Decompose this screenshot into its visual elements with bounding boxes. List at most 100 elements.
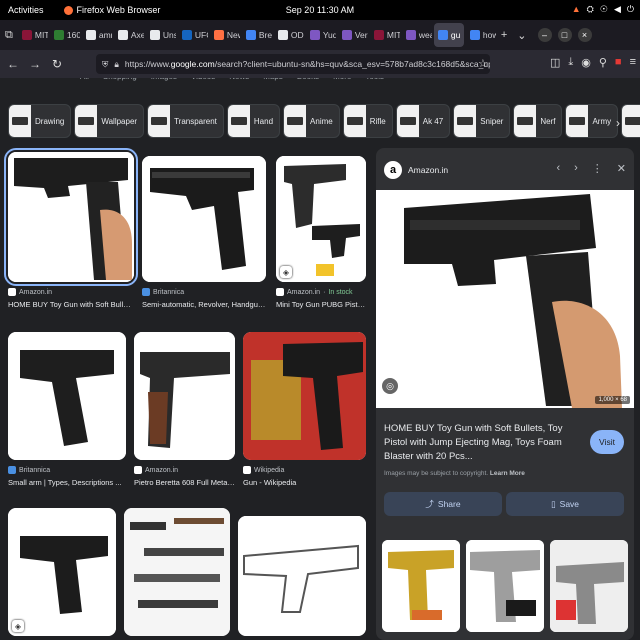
result-image[interactable] [142, 156, 266, 282]
search-tab[interactable]: Images [151, 78, 177, 81]
browser-tab[interactable]: Vers [338, 23, 368, 47]
chevron-right-icon[interactable]: › [574, 162, 578, 175]
account-icon[interactable]: ◉ [581, 56, 591, 69]
browser-tab[interactable]: 160$ [50, 23, 80, 47]
result-card[interactable]: Britannica Small arm | Types, Descriptio… [8, 332, 126, 487]
browser-tab[interactable]: UFC [178, 23, 208, 47]
lens-search-icon[interactable]: ◎ [382, 378, 398, 394]
filter-chip[interactable]: Anime [283, 104, 340, 138]
browser-tab[interactable]: Unsu [146, 23, 176, 47]
result-card[interactable]: Wikipedia Gun - Wikipedia [243, 332, 366, 487]
browser-tab[interactable]: New [210, 23, 240, 47]
browser-tab[interactable]: MIT [370, 23, 400, 47]
star-icon[interactable]: ☆ [478, 57, 488, 70]
preview-image[interactable]: ◎ 1,000 × 68 [376, 190, 634, 408]
result-image[interactable] [238, 516, 366, 636]
chevron-down-icon[interactable]: ⌄ [512, 29, 531, 42]
search-tab[interactable]: Shopping [103, 78, 137, 81]
result-image[interactable] [134, 332, 235, 460]
activities-button[interactable]: Activities [8, 5, 44, 15]
browser-tab[interactable]: OD- [274, 23, 304, 47]
search-tab[interactable]: News [229, 78, 249, 81]
filter-chip[interactable]: Ak 47 [395, 104, 451, 138]
more-options-icon[interactable]: ⋮ [592, 162, 603, 175]
close-window-icon[interactable]: × [577, 28, 592, 42]
tab-favicon-icon [245, 30, 256, 40]
result-image[interactable]: ◈ [276, 156, 366, 282]
learn-more-link[interactable]: Learn More [490, 470, 525, 477]
search-tab[interactable]: Videos [191, 78, 215, 81]
browser-tab[interactable]: amm [82, 23, 112, 47]
search-tab[interactable]: More [333, 78, 351, 81]
browser-tab[interactable]: MIT [18, 23, 48, 47]
result-card[interactable]: ◈ [8, 508, 116, 636]
filter-chip[interactable]: Hand [226, 104, 281, 138]
browser-tab[interactable]: Axe [114, 23, 144, 47]
search-tab[interactable]: Tools [365, 78, 384, 81]
result-image[interactable] [124, 508, 230, 636]
reload-icon[interactable]: ↻ [48, 57, 66, 71]
tab-list-icon[interactable]: ⧉ [0, 29, 18, 42]
related-image[interactable] [466, 540, 544, 632]
result-title[interactable]: Semi-automatic, Revolver, Handgun ... [142, 300, 266, 309]
result-card[interactable]: Britannica Semi-automatic, Revolver, Han… [142, 156, 266, 309]
back-icon[interactable]: ← [4, 57, 22, 71]
browser-tab[interactable]: wea [402, 23, 432, 47]
result-image[interactable] [4, 148, 138, 286]
result-title[interactable]: HOME BUY Toy Gun with Soft Bullets, ... [8, 300, 134, 309]
filter-chip[interactable]: Drawing [8, 104, 72, 138]
save-button[interactable]: ▯ Save [506, 492, 624, 516]
new-tab-icon[interactable]: + [496, 29, 512, 41]
browser-tab[interactable]: Brea [242, 23, 272, 47]
system-tray[interactable]: ▲ ⛭ ☉ ◀ ⏻ [572, 4, 634, 15]
menu-icon[interactable]: ≡ [630, 56, 636, 69]
sound-icon: ◀ [613, 4, 621, 14]
close-icon[interactable]: ✕ [617, 162, 626, 175]
filter-chip[interactable]: Rifle [342, 104, 393, 138]
search-tab[interactable]: All [80, 78, 89, 81]
result-card[interactable] [124, 508, 230, 636]
filter-chip[interactable]: Sniper [453, 104, 511, 138]
result-title[interactable]: Gun - Wikipedia [243, 478, 366, 487]
visit-button[interactable]: Visit [590, 430, 624, 454]
browser-tab[interactable]: Yudl [306, 23, 336, 47]
panel-source[interactable]: Amazon.in [408, 165, 448, 175]
filter-chip[interactable]: Army [565, 104, 619, 138]
addon-icon[interactable]: ■ [615, 56, 622, 69]
chevron-right-icon[interactable]: › [616, 116, 620, 130]
britannica-favicon-icon [142, 288, 150, 296]
result-card[interactable]: ◈ Amazon.in · In stock Mini Toy Gun PUBG… [276, 156, 366, 309]
search-tab[interactable]: Maps [263, 78, 283, 81]
address-bar[interactable]: ⛨ 🔒︎ https://www.google.com/search?clien… [96, 54, 490, 74]
result-card[interactable] [238, 516, 366, 636]
result-title[interactable]: Small arm | Types, Descriptions ... [8, 478, 126, 487]
browser-tab[interactable]: gu [433, 23, 464, 47]
related-image[interactable] [550, 540, 628, 632]
chevron-left-icon[interactable]: ‹ [556, 162, 560, 175]
forward-icon[interactable]: → [26, 57, 44, 71]
filter-chip[interactable]: Tattoo [621, 104, 640, 138]
result-image[interactable] [243, 332, 366, 460]
result-title[interactable]: Pietro Beretta 608 Full Metal To... [134, 478, 235, 487]
filter-chip[interactable]: Wallpaper [74, 104, 145, 138]
pocket-icon[interactable]: ◫ [550, 56, 560, 69]
result-card[interactable]: Amazon.in HOME BUY Toy Gun with Soft Bul… [4, 148, 138, 309]
search-tab[interactable]: Books [297, 78, 319, 81]
minimize-icon[interactable]: – [537, 28, 552, 42]
related-image[interactable] [382, 540, 460, 632]
network-icon: ⛭ [586, 4, 594, 14]
tab-label: UFC [194, 30, 208, 40]
share-button[interactable]: ⤴ Share [384, 492, 502, 516]
extension-icon[interactable]: ⚲ [599, 56, 607, 69]
result-image[interactable]: ◈ [8, 508, 116, 636]
result-card[interactable]: Amazon.in Pietro Beretta 608 Full Metal … [134, 332, 235, 487]
app-menu[interactable]: Firefox Web Browser [63, 5, 160, 15]
result-image[interactable] [8, 332, 126, 460]
download-icon[interactable]: ⤓ [568, 56, 573, 69]
filter-chip[interactable]: Nerf [513, 104, 563, 138]
maximize-icon[interactable]: □ [557, 28, 572, 42]
filter-chip[interactable]: Transparent [147, 104, 224, 138]
panel-title[interactable]: HOME BUY Toy Gun with Soft Bullets, Toy … [384, 422, 584, 464]
browser-tab[interactable]: how [466, 23, 496, 47]
result-title[interactable]: Mini Toy Gun PUBG Pistol ... [276, 300, 366, 309]
